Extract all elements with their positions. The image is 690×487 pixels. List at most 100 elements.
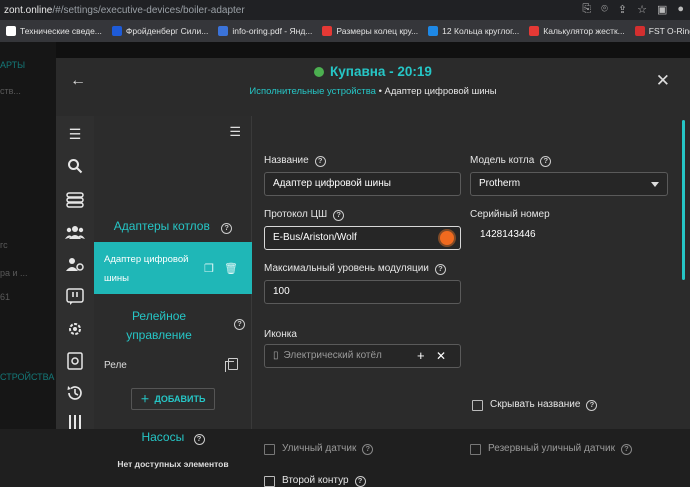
help-icon[interactable]: ? (234, 319, 245, 330)
help-icon[interactable]: ? (586, 400, 598, 411)
backup-street-sensor-checkbox[interactable] (470, 444, 481, 455)
settings-list-icon[interactable] (65, 352, 85, 372)
url-host: zont.online (4, 4, 53, 16)
bookmark-item[interactable]: Размеры колец кру... (322, 26, 418, 36)
delete-icon[interactable]: 🗑 (224, 260, 238, 279)
close-icon[interactable]: ✕ (656, 71, 670, 91)
help-icon[interactable]: ? (540, 156, 552, 167)
breadcrumb-separator: • (378, 86, 382, 97)
help-icon[interactable]: ? (314, 156, 326, 167)
devices-icon[interactable] (65, 192, 85, 212)
street-sensor-checkbox[interactable] (264, 444, 275, 455)
bookmark-item[interactable]: info-oring.pdf - Янд... (218, 26, 312, 36)
breadcrumb-parent[interactable]: Исполнительные устройства (249, 86, 376, 97)
copy-icon[interactable]: ❐ (204, 260, 214, 279)
section-relay-label: Релейное управление (126, 309, 192, 342)
help-icon[interactable]: ? (354, 476, 366, 487)
alerts-icon[interactable] (65, 288, 85, 308)
bookmark-favicon-icon (322, 26, 333, 36)
users-group-icon[interactable] (65, 224, 85, 244)
url-path: /#/settings/executive-devices/boiler-ada… (52, 4, 245, 16)
help-icon[interactable]: ? (362, 444, 374, 455)
list-item-boiler-adapter[interactable]: Адаптер цифровой шины ❐ 🗑 (94, 242, 252, 294)
panel-menu-icon[interactable]: ☰ (229, 124, 241, 140)
icon-label: Иконка (264, 329, 297, 340)
chevron-down-icon (651, 182, 659, 187)
boiler-model-label: Модель котла? (470, 155, 552, 167)
bookmark-label: info-oring.pdf - Янд... (232, 26, 313, 36)
bookmark-item[interactable]: 12 Кольца круглог... (428, 26, 519, 36)
clear-icon[interactable]: ✕ (436, 345, 446, 367)
help-icon[interactable]: ? (193, 434, 205, 445)
icon-rail: ☰ (56, 116, 94, 429)
name-label: Название? (264, 155, 326, 167)
serial-number-value: 1428143446 (480, 229, 536, 240)
boiler-model-label-text: Модель котла (470, 155, 535, 166)
bookmark-item[interactable]: Фройденберг Сили... (111, 26, 209, 36)
section-boiler-adapters-label: Адаптеры котлов (113, 219, 210, 233)
section-pumps: Насосы ? (94, 430, 252, 445)
street-sensor-label-text: Уличный датчик (282, 443, 357, 454)
camera-icon[interactable]: ⌾ (601, 3, 608, 16)
page-title: Купавна - 20:19 (56, 64, 690, 79)
max-modulation-input[interactable]: 100 (264, 280, 461, 304)
plus-icon: ＋ (140, 394, 150, 404)
breadcrumb: Исполнительные устройства • Адаптер цифр… (56, 86, 690, 97)
bookmarks-bar: Технические сведе... Фройденберг Сили... i… (0, 20, 690, 42)
bookmark-label: Фройденберг Сили... (125, 26, 209, 36)
settings-modal: ← Купавна - 20:19 Исполнительные устройс… (56, 58, 690, 487)
help-icon[interactable]: ? (434, 264, 446, 275)
bookmark-label: Размеры колец кру... (336, 26, 419, 36)
help-icon[interactable]: ? (620, 444, 632, 455)
help-icon[interactable]: ? (221, 223, 233, 234)
history-icon[interactable] (65, 384, 85, 404)
star-icon[interactable]: ☆ (637, 3, 647, 16)
boiler-model-select[interactable]: Protherm (470, 172, 668, 196)
online-status-icon (314, 67, 325, 77)
page-title-text: Купавна - 20:19 (330, 64, 432, 79)
bookmark-item[interactable]: FST O-Ring Configu... (634, 26, 690, 36)
add-icon[interactable]: + (417, 345, 425, 367)
second-circuit-label-text: Второй контур (282, 475, 349, 486)
second-circuit-checkbox[interactable] (264, 476, 275, 487)
equalizer-icon[interactable] (65, 414, 85, 434)
breadcrumb-current: Адаптер цифровой шины (384, 86, 497, 97)
empty-list-text: Нет доступных элементов (117, 459, 229, 469)
address-bar[interactable]: zont.online/#/settings/executive-devices… (0, 0, 690, 20)
search-icon[interactable] (65, 158, 85, 178)
menu-icon[interactable]: ☰ (65, 124, 85, 144)
network-gear-icon[interactable] (65, 320, 85, 340)
icon-picker[interactable]: ▯ Электрический котёл + ✕ (264, 344, 461, 368)
translate-icon[interactable]: ⎘ (582, 3, 591, 16)
bookmark-label: FST O-Ring Configu... (648, 26, 690, 36)
bookmark-favicon-icon (529, 26, 540, 36)
bookmark-label: Технические сведе... (20, 26, 102, 36)
boiler-icon: ▯ (273, 350, 279, 361)
name-input[interactable]: Адаптер цифровой шины (264, 172, 461, 196)
bookmark-favicon-icon (634, 26, 645, 36)
second-circuit-label: Второй контур? (282, 475, 366, 487)
bookmark-label: Калькулятор жестк... (543, 26, 625, 36)
copy-icon[interactable] (225, 358, 238, 372)
icon-picker-value: Электрический котёл (283, 350, 382, 361)
serial-number-label: Серийный номер (470, 209, 550, 220)
bookmark-item[interactable]: Технические сведе... (6, 26, 102, 36)
profile-icon[interactable]: ● (677, 3, 684, 16)
bookmark-favicon-icon (428, 26, 439, 36)
extensions-icon[interactable]: ▣ (657, 3, 667, 16)
bookmark-item[interactable]: Калькулятор жестк... (529, 26, 625, 36)
browser-toolbar-icons: ⎘ ⌾ ⇪ ☆ ▣ ● (582, 3, 684, 16)
help-icon[interactable]: ? (333, 210, 345, 221)
protocol-select[interactable]: E-Bus/Ariston/Wolf (264, 226, 461, 250)
bookmark-label: 12 Кольца круглог... (442, 26, 520, 36)
modal-scrollbar[interactable] (682, 120, 685, 280)
list-item-relay[interactable]: Реле (104, 360, 127, 371)
bookmark-favicon-icon (218, 26, 229, 36)
user-settings-icon[interactable] (65, 256, 85, 276)
device-categories-panel: ☰ Адаптеры котлов ? Адаптер цифровой шин… (94, 116, 252, 469)
max-modulation-label-text: Максимальный уровень модуляции (264, 263, 429, 274)
bookmark-favicon-icon (111, 26, 122, 36)
share-icon[interactable]: ⇪ (618, 3, 627, 16)
hide-name-checkbox[interactable] (472, 400, 483, 411)
add-button[interactable]: ＋ ДОБАВИТЬ (131, 388, 215, 410)
